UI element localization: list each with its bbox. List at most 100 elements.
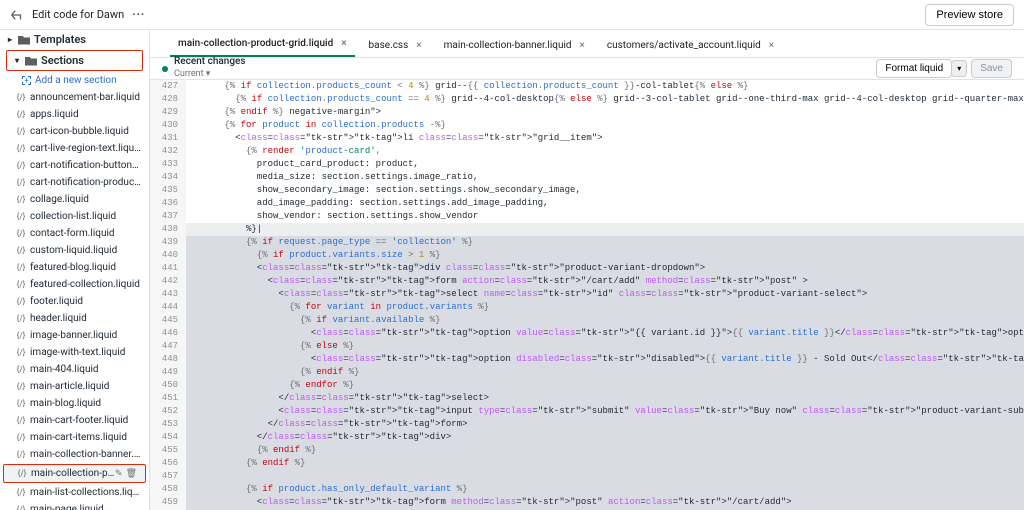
code-line[interactable]: 447 {% else %} [150, 340, 1024, 353]
sidebar-file-item[interactable]: {/}cart-notification-product.liquid [0, 174, 149, 191]
tab-label: main-collection-banner.liquid [444, 40, 572, 51]
sidebar-file-item[interactable]: {/}footer.liquid [0, 293, 149, 310]
code-line[interactable]: 453 </class=class="tk-str">"tk-tag">form… [150, 418, 1024, 431]
code-line[interactable]: 439 {% if request.page_type == 'collecti… [150, 236, 1024, 249]
recent-current-dropdown[interactable]: Current ▾ [174, 67, 246, 81]
sidebar-file-item[interactable]: {/}main-404.liquid [0, 361, 149, 378]
code-line[interactable]: 435 show_secondary_image: section.settin… [150, 184, 1024, 197]
file-label: footer.liquid [30, 296, 83, 307]
format-dropdown-button[interactable]: ▾ [951, 60, 967, 77]
code-line[interactable]: 428 {% if collection.products_count == 4… [150, 93, 1024, 106]
file-label: header.liquid [30, 313, 87, 324]
code-line[interactable]: 427 {% if collection.products_count < 4 … [150, 80, 1024, 93]
file-icon: {/} [16, 365, 26, 375]
file-icon: {/} [16, 161, 26, 171]
file-label: main-list-collections.liquid [30, 487, 141, 498]
line-number: 452 [150, 405, 186, 418]
line-number: 445 [150, 314, 186, 327]
code-line[interactable]: 450 {% endfor %} [150, 379, 1024, 392]
sidebar-file-item[interactable]: {/}image-with-text.liquid [0, 344, 149, 361]
file-icon: {/} [16, 110, 26, 120]
sidebar-file-item[interactable]: {/}main-collection-product...✎🗑 [3, 464, 146, 483]
more-icon[interactable]: ··· [132, 8, 145, 21]
code-line[interactable]: 433 product_card_product: product, [150, 158, 1024, 171]
sidebar-file-item[interactable]: {/}featured-collection.liquid [0, 276, 149, 293]
code-line[interactable]: 448 <class=class="tk-str">"tk-tag">optio… [150, 353, 1024, 366]
code-line[interactable]: 429 {% endif %} negative-margin"> [150, 106, 1024, 119]
file-icon: {/} [16, 195, 26, 205]
folder-templates[interactable]: ▸ Templates [0, 30, 149, 49]
file-icon: {/} [16, 93, 26, 103]
sidebar-file-item[interactable]: {/} header.liquid [0, 310, 149, 327]
sidebar-file-item[interactable]: {/}main-blog.liquid [0, 395, 149, 412]
sidebar-file-item[interactable]: {/}custom-liquid.liquid [0, 242, 149, 259]
sidebar-file-item[interactable]: {/}image-banner.liquid [0, 327, 149, 344]
code-line[interactable]: 444 {% for variant in product.variants %… [150, 301, 1024, 314]
code-line[interactable]: 431 <class=class="tk-str">"tk-tag">li cl… [150, 132, 1024, 145]
preview-store-button[interactable]: Preview store [925, 4, 1014, 26]
delete-icon[interactable]: 🗑 [126, 469, 137, 479]
editor-tab[interactable]: main-collection-banner.liquid × [436, 34, 593, 57]
rename-icon[interactable]: ✎ [115, 469, 123, 479]
code-line[interactable]: 441 <class=class="tk-str">"tk-tag">div c… [150, 262, 1024, 275]
sidebar-file-item[interactable]: {/}main-collection-banner.liquid [0, 446, 149, 463]
file-icon: {/} [16, 314, 26, 324]
close-icon[interactable]: × [580, 40, 585, 51]
close-icon[interactable]: × [341, 38, 346, 49]
sidebar-file-item[interactable]: {/}main-cart-footer.liquid [0, 412, 149, 429]
sidebar-file-item[interactable]: {/}main-page.liquid [0, 501, 149, 510]
sidebar-file-item[interactable]: {/}announcement-bar.liquid [0, 89, 149, 106]
code-line[interactable]: 457 [150, 470, 1024, 483]
save-button[interactable]: Save [971, 59, 1012, 78]
code-line[interactable]: 458 {% if product.has_only_default_varia… [150, 483, 1024, 496]
code-line[interactable]: 452 <class=class="tk-str">"tk-tag">input… [150, 405, 1024, 418]
status-dot-icon [162, 66, 168, 72]
code-line[interactable]: 449 {% endif %} [150, 366, 1024, 379]
code-line[interactable]: 456 {% endif %} [150, 457, 1024, 470]
tabs-bar: main-collection-product-grid.liquid× base… [150, 30, 1024, 58]
line-number: 438 [150, 223, 186, 236]
code-editor[interactable]: 427 {% if collection.products_count < 4 … [150, 80, 1024, 510]
editor-tab[interactable]: customers/activate_account.liquid× [599, 34, 782, 57]
code-line[interactable]: 436 add_image_padding: section.settings.… [150, 197, 1024, 210]
code-line[interactable]: 445 {% if variant.available %} [150, 314, 1024, 327]
sidebar-file-item[interactable]: {/}featured-blog.liquid [0, 259, 149, 276]
sidebar-file-item[interactable]: {/}main-list-collections.liquid [0, 484, 149, 501]
sidebar-file-item[interactable]: {/}cart-icon-bubble.liquid [0, 123, 149, 140]
format-liquid-button[interactable]: Format liquid [876, 59, 952, 78]
code-line[interactable]: 437 show_vendor: section.settings.show_v… [150, 210, 1024, 223]
code-content: {% if collection.products_count == 4 %} … [186, 93, 1024, 106]
code-line[interactable]: 451 </class=class="tk-str">"tk-tag">sele… [150, 392, 1024, 405]
sidebar-file-item[interactable]: {/}main-cart-items.liquid [0, 429, 149, 446]
sidebar-file-item[interactable]: {/}apps.liquid [0, 106, 149, 123]
back-icon[interactable] [10, 8, 24, 22]
sidebar-file-item[interactable]: {/}collage.liquid [0, 191, 149, 208]
sidebar-file-item[interactable]: {/}cart-notification-button.liquid [0, 157, 149, 174]
sidebar-file-item[interactable]: {/}cart-live-region-text.liquid [0, 140, 149, 157]
code-line[interactable]: 430 {% for product in collection.product… [150, 119, 1024, 132]
line-number: 446 [150, 327, 186, 340]
add-new-section-link[interactable]: + Add a new section [0, 72, 149, 89]
editor-tab[interactable]: main-collection-product-grid.liquid× [170, 32, 355, 57]
editor-tab[interactable]: base.css× [361, 34, 430, 57]
code-line[interactable]: 438 %}| [150, 223, 1024, 236]
code-line[interactable]: 442 <class=class="tk-str">"tk-tag">form … [150, 275, 1024, 288]
code-line[interactable]: 443 <class=class="tk-str">"tk-tag">selec… [150, 288, 1024, 301]
sidebar-file-item[interactable]: {/}collection-list.liquid [0, 208, 149, 225]
sidebar-file-item[interactable]: {/}main-article.liquid [0, 378, 149, 395]
folder-sections[interactable]: ▾ Sections [7, 51, 142, 70]
code-line[interactable]: 459 <class=class="tk-str">"tk-tag">form … [150, 496, 1024, 509]
code-line[interactable]: 440 {% if product.variants.size > 1 %} [150, 249, 1024, 262]
close-icon[interactable]: × [769, 40, 774, 51]
file-icon: {/} [16, 127, 26, 137]
code-line[interactable]: 446 <class=class="tk-str">"tk-tag">optio… [150, 327, 1024, 340]
code-content: {% endif %} [186, 444, 1024, 457]
code-line[interactable]: 454 </class=class="tk-str">"tk-tag">div> [150, 431, 1024, 444]
code-line[interactable]: 455 {% endif %} [150, 444, 1024, 457]
code-line[interactable]: 434 media_size: section.settings.image_r… [150, 171, 1024, 184]
sidebar-file-item[interactable]: {/}contact-form.liquid [0, 225, 149, 242]
code-content: {% if product.variants.size > 1 %} [186, 249, 1024, 262]
code-line[interactable]: 432 {% render 'product-card', [150, 145, 1024, 158]
file-icon: {/} [16, 416, 26, 426]
close-icon[interactable]: × [416, 40, 421, 51]
